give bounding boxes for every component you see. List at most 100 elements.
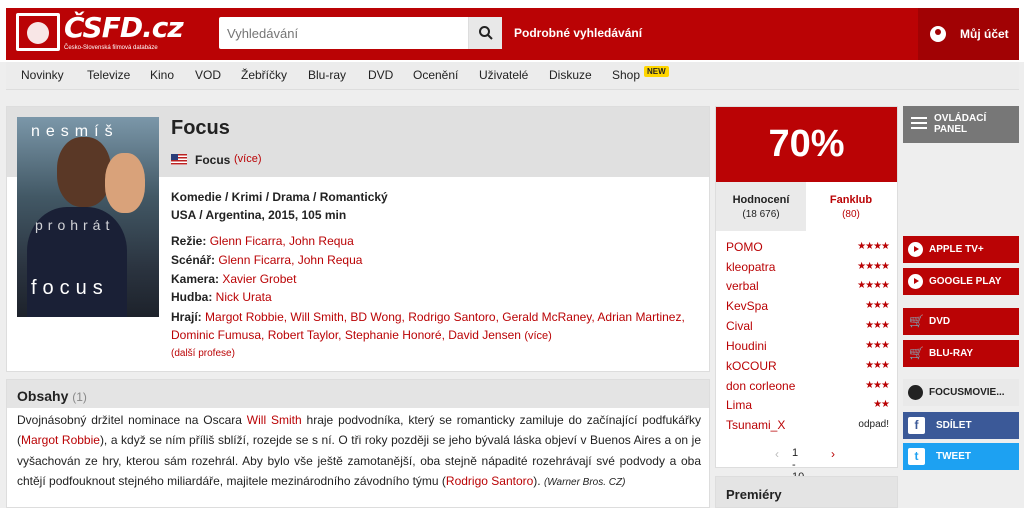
facebook-share-button[interactable]: f SDÍLET [903,412,1019,439]
rating-panel: 70% Hodnocení (18 676) Fanklub (80) POMO ★★… [715,106,898,483]
search-button[interactable] [468,17,502,49]
user-name[interactable]: Tsunami_X [726,418,785,432]
credit-value[interactable]: Xavier Grobet [222,272,296,286]
nav-item-oceneni[interactable]: Ocenění [413,68,458,82]
site-logo[interactable]: ČSFD.cz Česko-Slovenská filmová databáze [16,11,184,55]
advanced-search-link[interactable]: Podrobné vyhledávání [514,26,642,40]
user-name[interactable]: kleopatra [726,260,775,274]
user-name[interactable]: Lima [726,398,752,412]
plot-header [7,380,709,408]
main-nav: Novinky Televize Kino VOD Žebříčky Blu-r… [6,62,1019,90]
credit-label: Kamera: [171,272,220,286]
rating-stars: ★★★ [865,300,890,311]
control-panel-label: OVLÁDACÍ PANEL [934,113,987,135]
plot-link-will-smith[interactable]: Will Smith [247,413,302,427]
google-play-button[interactable]: GOOGLE PLAY [903,268,1019,295]
nav-item-vod[interactable]: VOD [195,68,221,82]
rating-stars: ★★★ [865,320,890,331]
film-poster[interactable]: nesmíš prohrát focus [17,117,159,317]
apple-tv-label: APPLE TV+ [929,244,984,255]
tab-fanclub[interactable]: Fanklub (80) [806,182,896,231]
credit-directors: Režie: Glenn Ficarra, John Requa [171,234,354,248]
user-rating-row: Cival ★★★ [726,319,890,339]
nav-item-novinky[interactable]: Novinky [21,68,64,82]
nav-item-diskuze[interactable]: Diskuze [549,68,592,82]
nav-item-uzivatele[interactable]: Uživatelé [479,68,528,82]
account-label: Můj účet [960,27,1009,41]
rating-percent: 70% [716,107,897,182]
alt-name: Focus [195,153,231,167]
tab-fanclub-count: (80) [842,209,860,220]
film-card: nesmíš prohrát focus Focus Focus (více) … [6,106,710,372]
usa-flag-icon [171,154,187,165]
bluray-label: BLU-RAY [929,348,974,359]
bluray-button[interactable]: 🛒 BLU-RAY [903,340,1019,367]
more-professions-link[interactable]: (další profese) [171,348,235,359]
cast-more-link[interactable]: (více) [524,330,552,342]
user-rating-row: Lima ★★ [726,398,890,418]
credit-writers: Scénář: Glenn Ficarra, John Requa [171,253,362,267]
pager-next-icon[interactable]: › [831,447,835,461]
plot-title-text: Obsahy [17,388,69,404]
user-name[interactable]: KevSpa [726,299,768,313]
plot-link-margot-robbie[interactable]: Margot Robbie [21,433,100,447]
user-rating-row: don corleone ★★★ [726,379,890,399]
play-icon [908,274,923,289]
credit-value[interactable]: Glenn Ficarra, John Requa [210,234,354,248]
menu-icon [911,117,927,131]
twitter-icon: t [908,448,925,465]
user-rating-row: Houdini ★★★ [726,339,890,359]
credit-value[interactable]: Glenn Ficarra, John Requa [218,253,362,267]
user-name[interactable]: kOCOUR [726,359,777,373]
alt-names-more-link[interactable]: (více) [234,153,262,165]
search-icon [479,26,493,40]
logo-subtitle: Česko-Slovenská filmová databáze [64,45,158,51]
nav-item-kino[interactable]: Kino [150,68,174,82]
user-name[interactable]: Cival [726,319,753,333]
rating-stars: odpad! [858,419,889,430]
plot-link-rodrigo-santoro[interactable]: Rodrigo Santoro [446,474,533,488]
pager-prev-icon[interactable]: ‹ [775,447,779,461]
rating-stars: ★★★ [865,360,890,371]
rating-stars: ★★★ [865,380,890,391]
user-name[interactable]: don corleone [726,379,795,393]
cast-list[interactable]: Margot Robbie, Will Smith, BD Wong, Rodr… [171,310,685,342]
official-website-link[interactable]: FOCUSMOVIE... [903,379,1019,406]
user-name[interactable]: POMO [726,240,763,254]
account-button[interactable]: Můj účet [918,8,1019,60]
nav-item-dvd[interactable]: DVD [368,68,393,82]
search-input[interactable] [219,17,469,49]
twitter-tweet-button[interactable]: t TWEET [903,443,1019,470]
rating-stars: ★★★★ [857,280,890,291]
globe-icon [908,385,923,400]
nav-item-televize[interactable]: Televize [87,68,130,82]
user-name[interactable]: Houdini [726,339,767,353]
credit-label: Scénář: [171,253,216,267]
control-panel-button[interactable]: OVLÁDACÍ PANEL [903,106,1019,143]
tweet-label: TWEET [936,451,971,462]
tab-ratings[interactable]: Hodnocení (18 676) [716,182,806,231]
plot-part: Dvojnásobný držitel nominace na Oscara [17,413,247,427]
user-name[interactable]: verbal [726,279,759,293]
tab-ratings-count: (18 676) [742,209,780,220]
film-title: Focus [171,117,230,139]
tab-fanclub-label: Fanklub [829,194,873,206]
film-origin: USA / Argentina, 2015, 105 min [171,208,347,222]
plot-text: Dvojnásobný držitel nominace na Oscara W… [17,410,701,493]
site-header: ČSFD.cz Česko-Slovenská filmová databáze… [0,0,1024,62]
facebook-icon: f [908,417,925,434]
plot-count: (1) [72,390,87,404]
dvd-button[interactable]: 🛒 DVD [903,308,1019,335]
poster-face [57,137,111,207]
film-logo-icon [16,13,60,51]
nav-item-zebricky[interactable]: Žebříčky [241,68,287,82]
nav-item-shop[interactable]: Shop [612,68,640,82]
nav-item-bluray[interactable]: Blu-ray [308,68,346,82]
google-play-label: GOOGLE PLAY [929,276,1002,287]
premieres-section: Premiéry [715,476,898,508]
credit-value[interactable]: Nick Urata [216,290,272,304]
cart-icon: 🛒 [909,346,924,360]
user-rating-row: kOCOUR ★★★ [726,359,890,379]
apple-tv-button[interactable]: APPLE TV+ [903,236,1019,263]
plot-title: Obsahy (1) [17,388,87,404]
